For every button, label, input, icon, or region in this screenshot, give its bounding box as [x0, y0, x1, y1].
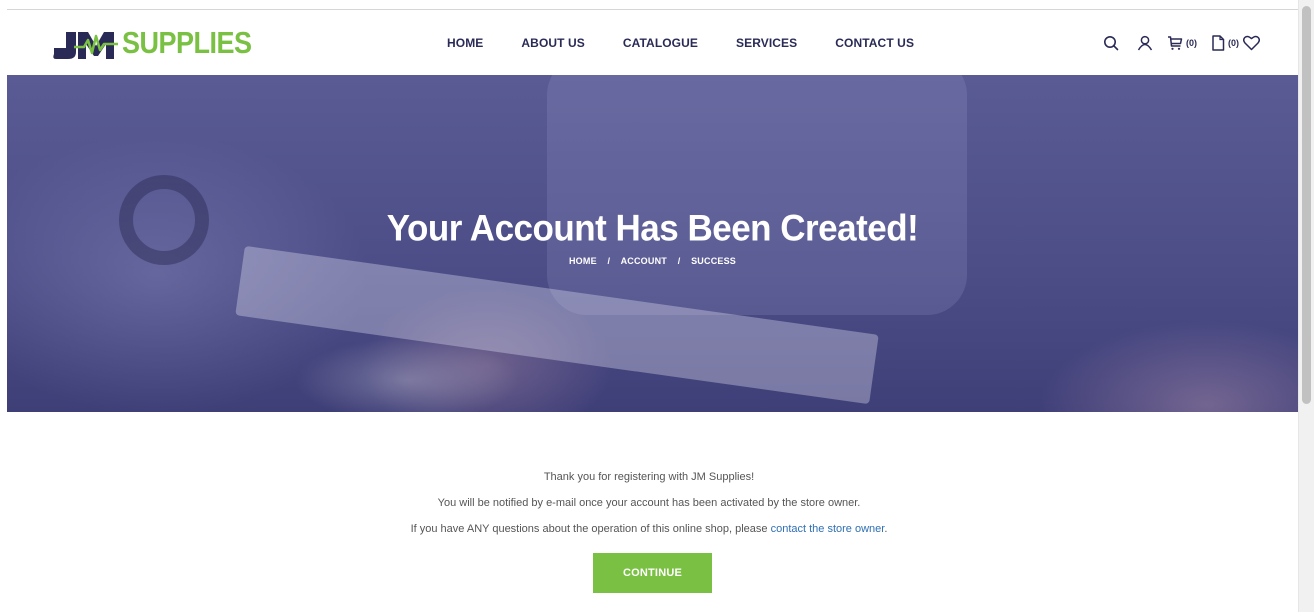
- search-icon: [1104, 35, 1119, 50]
- questions-suffix: .: [884, 523, 888, 535]
- breadcrumb-success[interactable]: SUCCESS: [691, 256, 736, 266]
- questions-prefix: If you have ANY questions about the oper…: [410, 523, 771, 535]
- cart-button[interactable]: (0): [1167, 35, 1197, 51]
- quote-button[interactable]: (0): [1211, 34, 1239, 51]
- breadcrumb-separator: /: [607, 256, 611, 266]
- wishlist-button[interactable]: [1243, 35, 1260, 51]
- search-button[interactable]: [1103, 35, 1119, 51]
- contact-store-owner-link[interactable]: contact the store owner: [771, 523, 885, 535]
- nav-catalogue[interactable]: CATALOGUE: [623, 36, 698, 50]
- scrollbar-thumb[interactable]: [1302, 6, 1311, 404]
- breadcrumb: HOME / ACCOUNT / SUCCESS: [7, 256, 1298, 266]
- breadcrumb-home[interactable]: HOME: [569, 256, 597, 266]
- nav-contact-us[interactable]: CONTACT US: [835, 36, 914, 50]
- nav-about-us[interactable]: ABOUT US: [521, 36, 584, 50]
- page-title: Your Account Has Been Created!: [386, 208, 919, 249]
- activation-notice-text: You will be notified by e-mail once your…: [437, 497, 861, 509]
- main-nav: HOME ABOUT US CATALOGUE SERVICES CONTACT…: [447, 10, 952, 75]
- cart-icon: [1168, 35, 1183, 50]
- nav-services[interactable]: SERVICES: [736, 36, 797, 50]
- questions-text: If you have ANY questions about the oper…: [0, 522, 1298, 536]
- document-icon: [1212, 34, 1225, 51]
- scrollbar[interactable]: [1298, 0, 1314, 612]
- quote-count: (0): [1228, 37, 1239, 48]
- breadcrumb-separator: /: [677, 256, 681, 266]
- hero-banner: Your Account Has Been Created! HOME / AC…: [7, 75, 1298, 412]
- logo-mark-icon: [53, 32, 118, 59]
- hero-background-shape: [547, 75, 967, 315]
- header-tools: (0) (0): [1089, 10, 1260, 75]
- nav-home[interactable]: HOME: [447, 36, 483, 50]
- continue-button[interactable]: CONTINUE: [593, 553, 712, 593]
- breadcrumb-account[interactable]: ACCOUNT: [621, 256, 667, 266]
- heart-icon: [1243, 35, 1260, 50]
- success-message: Thank you for registering with JM Suppli…: [0, 470, 1298, 548]
- account-button[interactable]: [1137, 35, 1153, 51]
- site-header: SUPPLIES HOME ABOUT US CATALOGUE SERVICE…: [7, 10, 1298, 75]
- cart-count: (0): [1186, 37, 1197, 48]
- user-icon: [1137, 35, 1153, 50]
- thank-you-text: Thank you for registering with JM Suppli…: [543, 471, 755, 483]
- logo[interactable]: SUPPLIES: [52, 25, 252, 61]
- logo-wordmark: SUPPLIES: [122, 25, 252, 60]
